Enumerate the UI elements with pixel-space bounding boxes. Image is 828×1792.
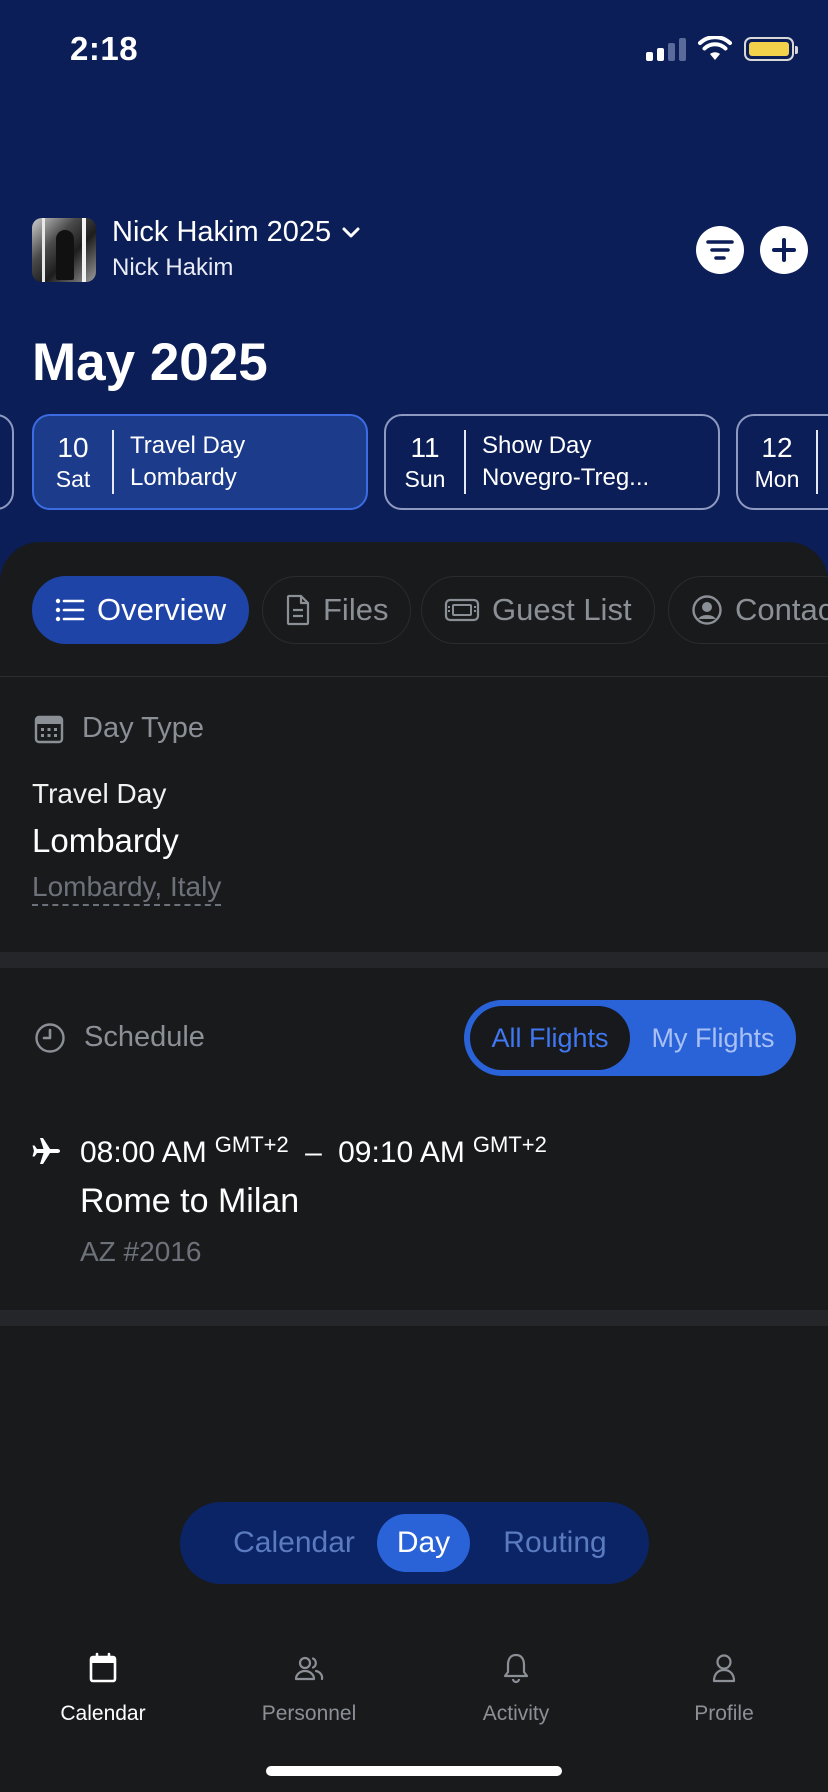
project-avatar xyxy=(32,218,96,282)
add-button[interactable] xyxy=(760,226,808,274)
schedule-header: Schedule xyxy=(34,1021,205,1054)
flight-times: 08:00 AM GMT+2 – 09:10 AM GMT+2 xyxy=(80,1132,547,1170)
day-type: Show Day xyxy=(482,432,592,459)
flight-number: AZ #2016 xyxy=(80,1236,202,1267)
day-type-kind: Travel Day xyxy=(32,778,167,809)
tab-files[interactable]: Files xyxy=(262,576,412,644)
tab-guest-list[interactable]: Guest List xyxy=(421,576,655,644)
chevron-down-icon xyxy=(342,227,360,237)
day-type: Travel Day xyxy=(130,432,246,459)
list-icon xyxy=(55,598,85,622)
flights-toggle: All Flights My Flights xyxy=(464,1000,796,1076)
tabbar-label: Profile xyxy=(694,1702,754,1725)
day-card-11[interactable]: 11 Sun Show Day Novegro-Treg... xyxy=(384,414,720,510)
tab-label: Contac xyxy=(735,592,828,627)
tabbar-label: Personnel xyxy=(261,1702,357,1725)
section-divider xyxy=(0,952,828,968)
day-weekday: Mon xyxy=(754,465,800,492)
wifi-icon xyxy=(698,36,732,60)
detail-tabs: Overview Files Guest List Contac xyxy=(0,576,828,646)
person-icon xyxy=(712,1654,736,1683)
filter-icon xyxy=(706,240,734,260)
user-circle-icon xyxy=(692,595,722,625)
flight-route: Rome to Milan xyxy=(80,1182,300,1220)
day-type-header: Day Type xyxy=(34,712,204,745)
filter-button[interactable] xyxy=(696,226,744,274)
section-divider xyxy=(0,1310,828,1326)
calendar-grid-icon xyxy=(34,715,64,743)
plus-icon xyxy=(772,238,796,262)
status-icons xyxy=(646,36,798,62)
tabbar-label: Calendar xyxy=(60,1702,146,1725)
day-place: Lombardy xyxy=(130,464,237,491)
day-place: Novegro-Treg... xyxy=(482,464,650,491)
header-area: 2:18 Nick Hakim 2025 Nick Hakim May 2025… xyxy=(0,0,828,560)
day-weekday: Sun xyxy=(404,465,446,492)
day-detail-panel: Overview Files Guest List Contac Day Typ… xyxy=(0,542,828,1792)
status-bar: 2:18 xyxy=(0,0,828,100)
view-routing-option[interactable]: Routing xyxy=(480,1514,630,1572)
schedule-label: Schedule xyxy=(84,1021,205,1053)
bell-icon xyxy=(503,1653,529,1684)
tab-overview[interactable]: Overview xyxy=(32,576,250,644)
view-day-option[interactable]: Day xyxy=(377,1514,470,1572)
status-time: 2:18 xyxy=(70,30,139,67)
day-number: 10 xyxy=(57,431,89,463)
project-title-row[interactable]: Nick Hakim 2025 xyxy=(112,216,361,249)
day-card-10[interactable]: 10 Sat Travel Day Lombardy xyxy=(32,414,368,510)
people-icon xyxy=(294,1656,324,1681)
view-switcher: Calendar Day Routing xyxy=(180,1502,649,1584)
calendar-icon xyxy=(89,1652,117,1683)
day-card-previous[interactable] xyxy=(0,414,14,510)
divider xyxy=(0,676,828,677)
project-subtitle: Nick Hakim xyxy=(112,254,234,281)
day-weekday: Sat xyxy=(55,465,91,492)
project-selector[interactable]: Nick Hakim 2025 Nick Hakim xyxy=(32,216,796,282)
arrive-timezone: GMT+2 xyxy=(472,1132,547,1157)
view-calendar-option[interactable]: Calendar xyxy=(204,1514,384,1572)
day-card-12[interactable]: 12 Mon xyxy=(736,414,828,510)
tab-label: Files xyxy=(323,592,389,627)
home-indicator xyxy=(266,1766,562,1776)
file-icon xyxy=(286,594,310,626)
depart-time: 08:00 AM xyxy=(80,1136,207,1169)
tab-label: Overview xyxy=(97,592,227,627)
tabbar-profile[interactable]: Profile xyxy=(634,1648,814,1726)
day-type-location-link[interactable]: Lombardy, Italy xyxy=(32,870,222,906)
airplane-icon xyxy=(32,1138,60,1164)
day-strip: 10 Sat Travel Day Lombardy 11 Sun Show D… xyxy=(0,414,828,512)
tabbar-calendar[interactable]: Calendar xyxy=(13,1648,193,1726)
arrive-time: 09:10 AM xyxy=(338,1136,465,1169)
battery-icon xyxy=(744,37,798,61)
clock-icon xyxy=(35,1022,65,1053)
month-title: May 2025 xyxy=(32,333,268,392)
tabbar-personnel[interactable]: Personnel xyxy=(219,1648,399,1726)
tabbar-activity[interactable]: Activity xyxy=(426,1648,606,1726)
tab-label: Guest List xyxy=(492,592,632,627)
day-type-label: Day Type xyxy=(82,712,204,744)
tabbar-label: Activity xyxy=(482,1702,550,1725)
all-flights-option[interactable]: All Flights xyxy=(470,1006,630,1070)
my-flights-option[interactable]: My Flights xyxy=(636,1006,790,1070)
ticket-icon xyxy=(444,598,480,622)
depart-timezone: GMT+2 xyxy=(214,1132,289,1157)
day-number: 12 xyxy=(761,431,793,463)
day-type-place: Lombardy xyxy=(32,822,179,859)
tab-contacts[interactable]: Contac xyxy=(668,576,828,644)
cellular-signal-icon xyxy=(646,37,686,61)
project-title: Nick Hakim 2025 xyxy=(112,216,332,248)
time-separator: – xyxy=(305,1136,322,1169)
day-number: 11 xyxy=(410,431,440,463)
